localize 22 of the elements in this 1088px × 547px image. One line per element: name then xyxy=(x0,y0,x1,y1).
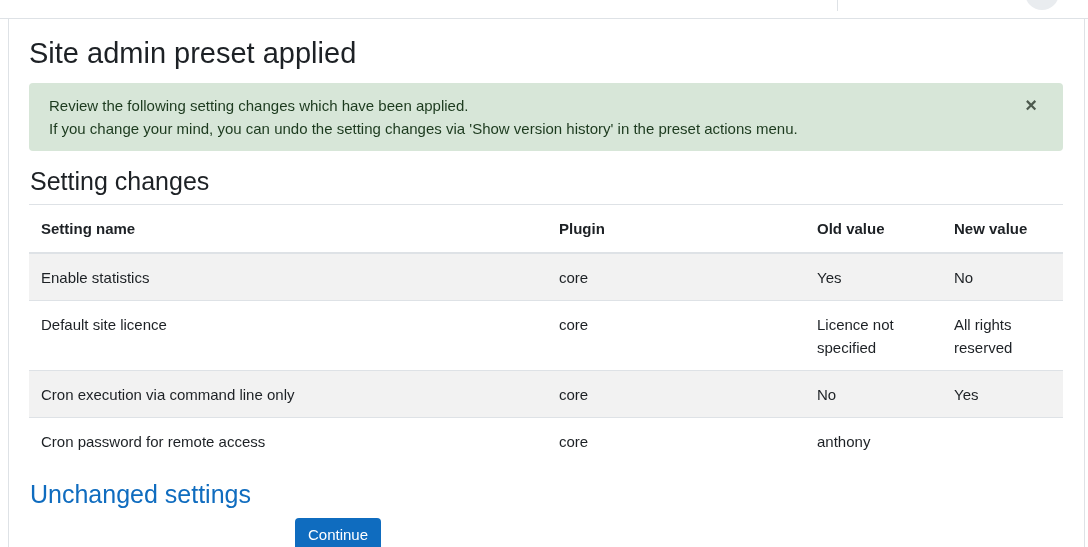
page-title: Site admin preset applied xyxy=(29,36,358,71)
table-cell: Licence not specified xyxy=(817,316,894,356)
table-cell: Yes xyxy=(954,386,979,403)
close-button[interactable]: × xyxy=(1019,94,1043,116)
alert-message: If you change your mind, you can undo the setting changes via 'Show version history' in the preset actions menu. xyxy=(49,119,798,139)
table-cell: Cron execution via command line only xyxy=(41,386,295,403)
unchanged-settings-link[interactable]: Unchanged settings xyxy=(30,478,1063,510)
table-cell: Yes xyxy=(817,269,842,286)
section-heading: Setting changes xyxy=(30,166,211,197)
table-cell: All rights reserved xyxy=(954,316,1013,356)
table-cell: Cron password for remote access xyxy=(41,433,266,450)
table-cell: Enable statistics xyxy=(41,269,150,286)
table-cell: Default site licence xyxy=(41,316,167,333)
table-cell: No xyxy=(954,269,974,286)
table-cell: No xyxy=(817,386,837,403)
table-cell: core xyxy=(559,269,589,286)
alert-message: Review the following setting changes which have been applied. xyxy=(49,96,470,116)
continue-button[interactable]: Continue xyxy=(295,518,382,547)
table-cell: core xyxy=(559,433,589,450)
table-cell: core xyxy=(559,386,589,403)
table-cell: core xyxy=(559,316,589,333)
table-cell: anthony xyxy=(817,433,871,450)
